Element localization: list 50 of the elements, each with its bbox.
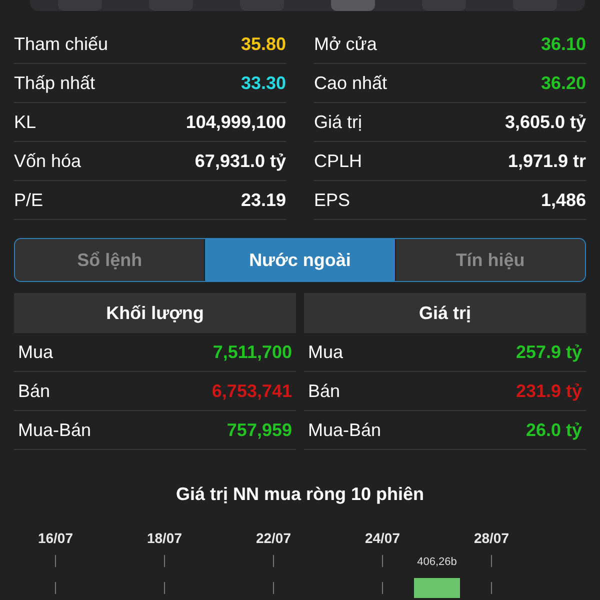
stat-label: Thấp nhất	[14, 72, 96, 94]
row-label: Mua-Bán	[308, 420, 382, 440]
segment[interactable]	[148, 0, 193, 11]
stat-value: 1,486	[540, 190, 586, 210]
row-value: 6,753,741	[212, 380, 292, 402]
stat-value: 67,931.0 tỷ	[194, 150, 286, 172]
date-label: 22/07	[256, 530, 292, 546]
stat-label: Giá trị	[314, 112, 362, 132]
stat-value: 3,605.0 tỷ	[504, 112, 586, 132]
bar-value-label: 406,26b	[416, 556, 458, 568]
stat-value: 36.20	[540, 72, 586, 94]
segment[interactable]	[240, 0, 284, 11]
stat-label: Tham chiếu	[14, 34, 108, 54]
segment[interactable]	[422, 0, 466, 11]
stat-label: EPS	[314, 190, 350, 210]
segment[interactable]	[331, 0, 376, 11]
segmented-control[interactable]	[30, 0, 585, 11]
tab[interactable]: Nước ngoài	[205, 239, 396, 281]
row-value: 231.9 tỷ	[516, 380, 582, 402]
stat-label: CPLH	[314, 150, 362, 172]
row-value: 757,959	[226, 420, 292, 440]
stat-label: Cao nhất	[314, 72, 388, 94]
stat-label: Mở cửa	[314, 34, 377, 54]
row-value: 26.0 tỷ	[526, 420, 582, 440]
stat-value: 33.30	[240, 72, 286, 94]
row-value: 257.9 tỷ	[516, 342, 582, 362]
stat-value: 23.19	[240, 190, 286, 210]
row-label: Bán	[18, 380, 50, 402]
date-label: 24/07	[364, 530, 400, 546]
date-label: 28/07	[474, 530, 510, 546]
date-label: 16/07	[38, 530, 74, 546]
stat-value: 36.10	[540, 34, 586, 54]
row-label: Mua-Bán	[18, 420, 92, 440]
row-label: Mua	[18, 342, 54, 362]
segment[interactable]	[58, 0, 102, 11]
row-value: 7,511,700	[212, 342, 292, 362]
date-label: 18/07	[146, 530, 182, 546]
stat-label: KL	[14, 112, 36, 132]
column-header: Giá trị	[304, 293, 586, 333]
stat-label: Vốn hóa	[14, 150, 82, 172]
row-label: Mua	[308, 342, 344, 362]
stat-value: 104,999,100	[186, 112, 286, 132]
tab[interactable]: Sổ lệnh	[15, 239, 206, 281]
stat-label: P/E	[14, 190, 44, 210]
row-label: Bán	[308, 380, 340, 402]
segment[interactable]	[513, 0, 558, 11]
chart-title: Giá trị NN mua ròng 10 phiên	[174, 484, 426, 506]
column-header: Khối lượng	[14, 293, 296, 333]
stat-value: 1,971.9 tr	[508, 150, 586, 172]
stat-value: 35.80	[240, 34, 286, 54]
